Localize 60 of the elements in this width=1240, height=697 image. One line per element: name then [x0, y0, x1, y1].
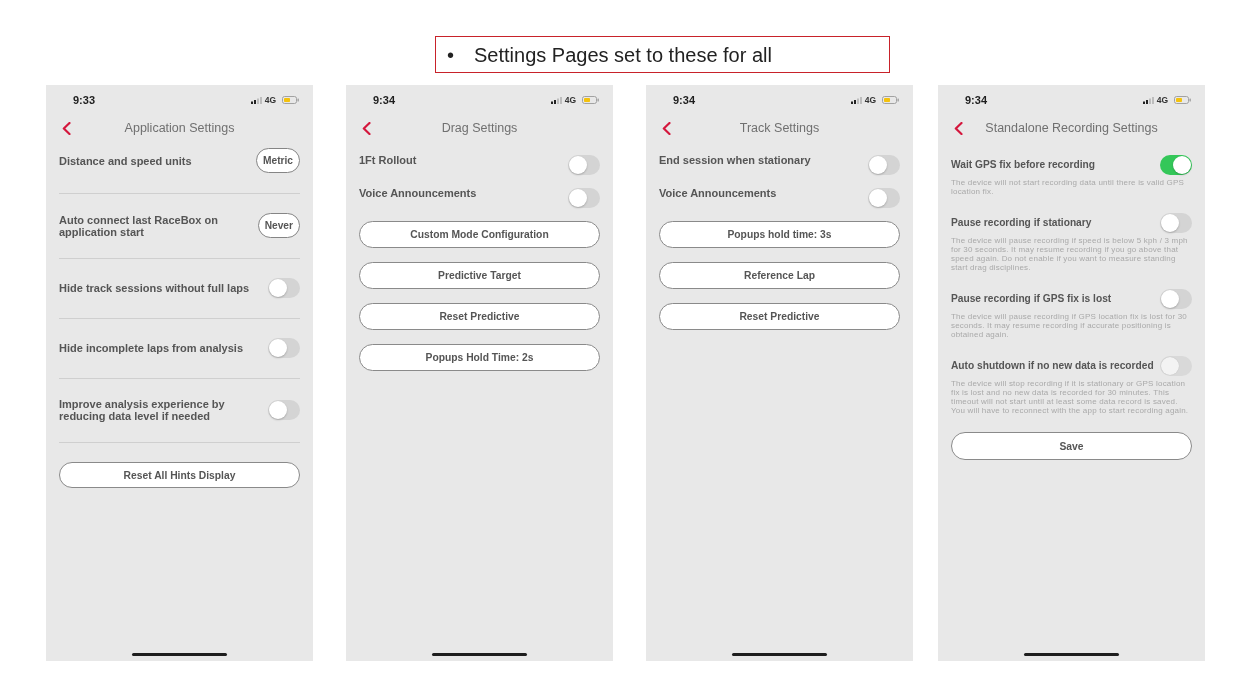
action-button[interactable]: Reset Predictive — [359, 303, 600, 330]
action-button[interactable]: Save — [951, 432, 1192, 460]
network-label: 4G — [564, 95, 576, 105]
toggle-switch[interactable] — [268, 278, 300, 298]
network-label: 4G — [864, 95, 876, 105]
battery-icon — [882, 96, 899, 104]
toggle-switch[interactable] — [568, 188, 600, 208]
back-chevron-icon[interactable] — [62, 121, 71, 135]
setting-label: Wait GPS fix before recording — [951, 158, 1096, 172]
setting-label: Auto shutdown if no new data is recorded — [951, 359, 1155, 373]
battery-icon — [1174, 96, 1191, 104]
battery-icon — [582, 96, 599, 104]
option-button[interactable]: Never — [257, 213, 300, 238]
back-chevron-icon[interactable] — [362, 121, 371, 135]
banner-text: Settings Pages set to these for all — [474, 44, 772, 65]
setting-label: Improve analysis experience by reducing data level if needed — [59, 398, 226, 422]
action-button[interactable]: Popups hold time: 3s — [659, 221, 900, 248]
signal-icon — [850, 96, 862, 104]
toggle-switch[interactable] — [868, 155, 900, 175]
setting-label: 1Ft Rollout — [359, 153, 418, 167]
network-label: 4G — [264, 95, 276, 105]
action-button[interactable]: Custom Mode Configuration — [359, 221, 600, 248]
setting-label: End session when stationary — [659, 153, 812, 167]
action-button[interactable]: Popups Hold Time: 2s — [359, 344, 600, 371]
network-label: 4G — [1156, 95, 1168, 105]
toggle-switch[interactable] — [268, 338, 300, 358]
setting-label: Hide track sessions without full laps — [59, 282, 251, 294]
signal-icon — [550, 96, 562, 104]
toggle-switch[interactable] — [1160, 213, 1192, 233]
battery-icon — [282, 96, 299, 104]
back-chevron-icon[interactable] — [954, 121, 963, 135]
setting-label: Pause recording if stationary — [951, 216, 1093, 230]
screen-title: Track Settings — [739, 120, 820, 136]
screen-title: Drag Settings — [441, 120, 518, 136]
toggle-switch[interactable] — [268, 400, 300, 420]
status-time: 9:34 — [373, 93, 396, 107]
option-button[interactable]: Metric — [256, 148, 300, 173]
setting-label: Hide incomplete laps from analysis — [59, 342, 244, 354]
setting-label: Auto connect last RaceBox on application start — [59, 213, 219, 238]
action-button[interactable]: Predictive Target — [359, 262, 600, 289]
action-button[interactable]: Reset All Hints Display — [59, 462, 300, 488]
signal-icon — [250, 96, 262, 104]
setting-label: Distance and speed units — [59, 154, 193, 167]
toggle-switch[interactable] — [1160, 155, 1192, 175]
toggle-switch[interactable] — [868, 188, 900, 208]
toggle-switch[interactable] — [1160, 289, 1192, 309]
setting-label: Pause recording if GPS fix is lost — [951, 292, 1113, 306]
screen-title: Application Settings — [124, 120, 235, 136]
status-time: 9:33 — [73, 93, 96, 107]
screen-title: Standalone Recording Settings — [985, 120, 1158, 136]
action-button[interactable]: Reference Lap — [659, 262, 900, 289]
status-time: 9:34 — [965, 93, 988, 107]
toggle-switch[interactable] — [568, 155, 600, 175]
action-button[interactable]: Reset Predictive — [659, 303, 900, 330]
back-chevron-icon[interactable] — [662, 121, 671, 135]
setting-label: Voice Announcements — [659, 186, 778, 200]
status-time: 9:34 — [673, 93, 696, 107]
signal-icon — [1142, 96, 1154, 104]
setting-label: Voice Announcements — [359, 186, 478, 200]
bullet: • — [447, 44, 454, 65]
